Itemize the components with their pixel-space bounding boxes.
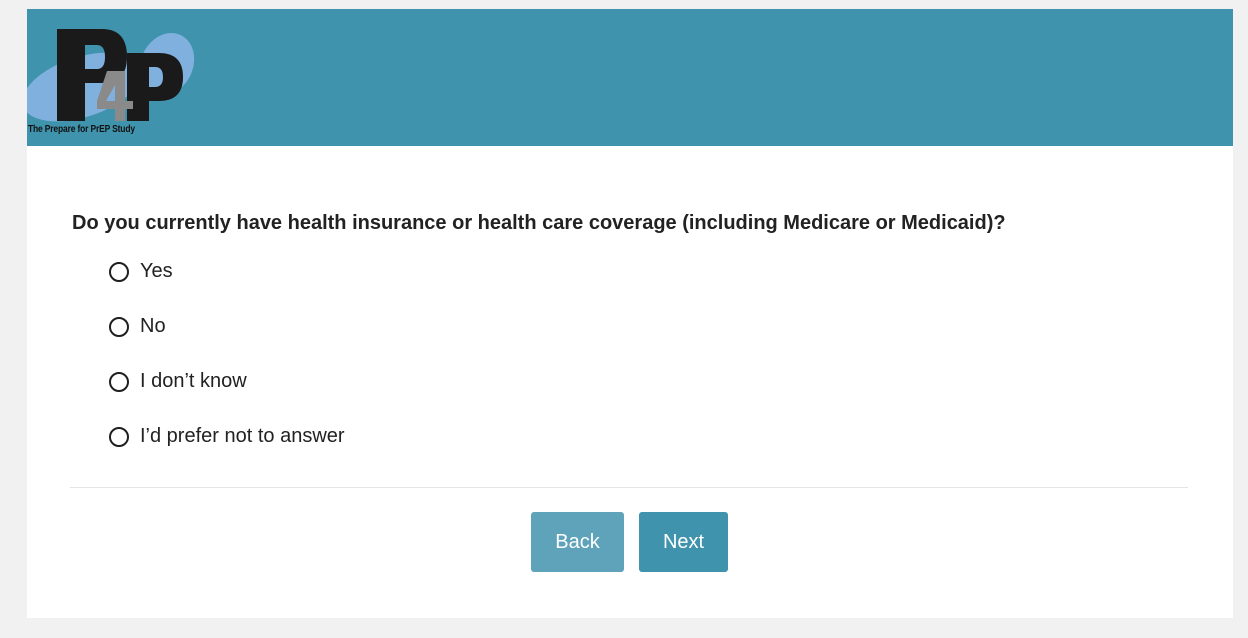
back-button[interactable]: Back	[531, 512, 624, 572]
radio-button-icon[interactable]	[109, 316, 129, 337]
header-banner: The Prepare for PrEP Study	[27, 9, 1233, 146]
option-label: I’d prefer not to answer	[140, 425, 345, 447]
question-text: Do you currently have health insurance o…	[72, 212, 1006, 234]
option-yes[interactable]: Yes	[109, 258, 345, 285]
survey-page: The Prepare for PrEP Study Do you curren…	[27, 9, 1233, 618]
radio-button-icon[interactable]	[109, 261, 129, 282]
option-label: No	[140, 315, 166, 337]
next-button[interactable]: Next	[639, 512, 728, 572]
radio-button-icon[interactable]	[109, 426, 129, 447]
logo-caption: The Prepare for PrEP Study	[28, 124, 135, 135]
divider	[70, 487, 1188, 488]
top-strip	[0, 0, 1248, 9]
option-no[interactable]: No	[109, 313, 345, 340]
option-label: I don’t know	[140, 370, 247, 392]
option-prefer-not-to-answer[interactable]: I’d prefer not to answer	[109, 423, 345, 450]
option-dont-know[interactable]: I don’t know	[109, 368, 345, 395]
radio-button-icon[interactable]	[109, 371, 129, 392]
answer-options: Yes No I don’t know I’d prefer not to an…	[109, 258, 345, 478]
study-logo: The Prepare for PrEP Study	[27, 9, 197, 146]
option-label: Yes	[140, 260, 173, 282]
